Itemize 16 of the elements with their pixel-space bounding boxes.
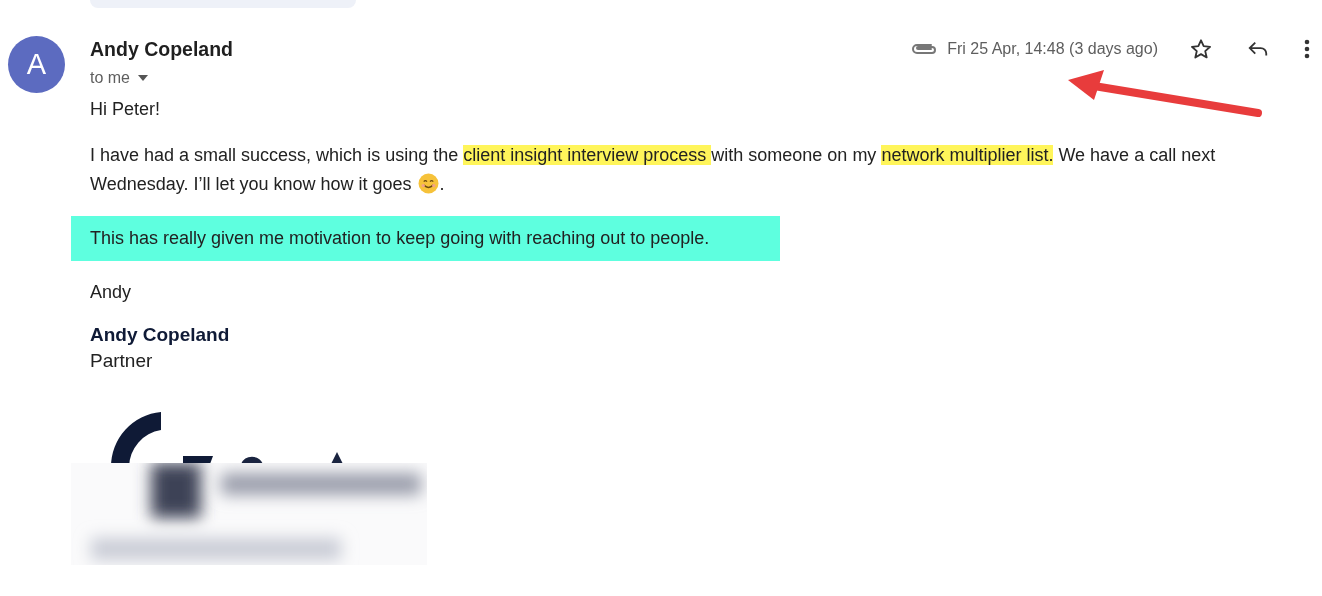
message-text: This has really given me motivation to keep going with reaching out to people. [90, 228, 710, 248]
caret-icon[interactable] [138, 75, 148, 81]
signature-name: Andy Copeland [90, 324, 231, 346]
date-label: Fri 25 Apr, 14:48 (3 days ago) [947, 40, 1158, 58]
signature-role: Partner [90, 350, 154, 372]
message-text: . [439, 174, 445, 194]
message-text: Andy [90, 282, 132, 302]
message-text: I have had a small success, which is using the client insight interview process with someone on my network multiplier list. We have a call next [90, 145, 1216, 165]
message-text: Wednesday. I’ll let you know how it goes [90, 174, 413, 194]
star-icon[interactable] [1190, 38, 1212, 60]
sender-name: Andy Copeland [90, 38, 233, 61]
message-text: Hi Peter! [90, 99, 161, 119]
avatar: A [8, 36, 65, 93]
recipient-label: to me [90, 69, 130, 87]
more-icon[interactable] [1304, 39, 1310, 59]
smiley-icon [417, 173, 439, 194]
